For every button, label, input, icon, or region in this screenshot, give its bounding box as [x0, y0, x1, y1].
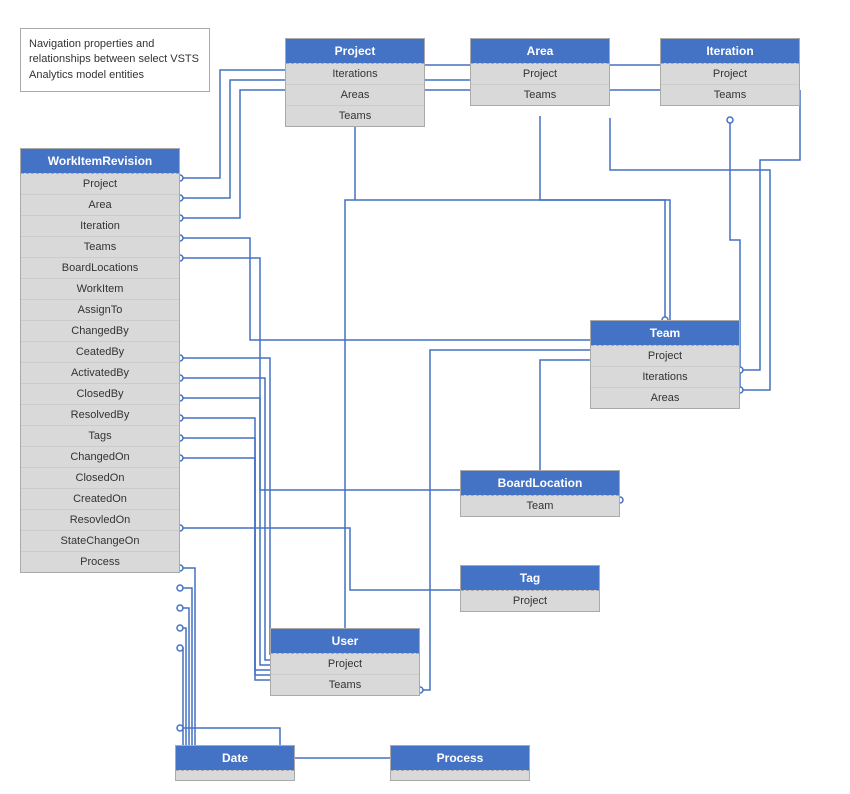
project-header: Project [286, 39, 424, 63]
user-field-project: Project [271, 654, 419, 675]
field-project: Project [21, 174, 179, 195]
iteration-entity: Iteration Project Teams [660, 38, 800, 106]
date-entity: Date [175, 745, 295, 781]
area-field-teams: Teams [471, 85, 609, 105]
field-assignto: AssignTo [21, 300, 179, 321]
iteration-field-project: Project [661, 64, 799, 85]
team-field-areas: Areas [591, 388, 739, 408]
date-body [176, 770, 294, 780]
user-body: Project Teams [271, 653, 419, 695]
team-body: Project Iterations Areas [591, 345, 739, 408]
field-tags: Tags [21, 426, 179, 447]
team-header: Team [591, 321, 739, 345]
team-field-project: Project [591, 346, 739, 367]
field-changedby: ChangedBy [21, 321, 179, 342]
field-resolvedby: ResolvedBy [21, 405, 179, 426]
field-boardlocations: BoardLocations [21, 258, 179, 279]
tag-body: Project [461, 590, 599, 611]
process-entity: Process [390, 745, 530, 781]
info-box: Navigation properties and relationships … [20, 28, 210, 92]
field-activatedby: ActivatedBy [21, 363, 179, 384]
workitem-revision-entity: WorkItemRevision Project Area Iteration … [20, 148, 180, 573]
iteration-body: Project Teams [661, 63, 799, 105]
field-ceatedby: CeatedBy [21, 342, 179, 363]
field-area: Area [21, 195, 179, 216]
field-createdon: CreatedOn [21, 489, 179, 510]
project-entity: Project Iterations Areas Teams [285, 38, 425, 127]
field-statechangeon: StateChangeOn [21, 531, 179, 552]
diagram-container: Navigation properties and relationships … [0, 0, 850, 794]
project-body: Iterations Areas Teams [286, 63, 424, 126]
team-entity: Team Project Iterations Areas [590, 320, 740, 409]
field-closedon: ClosedOn [21, 468, 179, 489]
tag-header: Tag [461, 566, 599, 590]
area-field-project: Project [471, 64, 609, 85]
project-field-areas: Areas [286, 85, 424, 106]
project-field-iterations: Iterations [286, 64, 424, 85]
process-header: Process [391, 746, 529, 770]
workitem-revision-body: Project Area Iteration Teams BoardLocati… [21, 173, 179, 572]
user-field-teams: Teams [271, 675, 419, 695]
field-process: Process [21, 552, 179, 572]
tag-entity: Tag Project [460, 565, 600, 612]
team-field-iterations: Iterations [591, 367, 739, 388]
user-entity: User Project Teams [270, 628, 420, 696]
project-field-teams: Teams [286, 106, 424, 126]
area-body: Project Teams [471, 63, 609, 105]
boardlocation-field-team: Team [461, 496, 619, 516]
iteration-header: Iteration [661, 39, 799, 63]
user-header: User [271, 629, 419, 653]
field-changedon: ChangedOn [21, 447, 179, 468]
field-resovledon: ResovledOn [21, 510, 179, 531]
info-box-text: Navigation properties and relationships … [29, 38, 199, 81]
boardlocation-body: Team [461, 495, 619, 516]
tag-field-project: Project [461, 591, 599, 611]
area-header: Area [471, 39, 609, 63]
iteration-field-teams: Teams [661, 85, 799, 105]
boardlocation-header: BoardLocation [461, 471, 619, 495]
process-body [391, 770, 529, 780]
field-teams: Teams [21, 237, 179, 258]
area-entity: Area Project Teams [470, 38, 610, 106]
field-iteration: Iteration [21, 216, 179, 237]
field-closedby: ClosedBy [21, 384, 179, 405]
boardlocation-entity: BoardLocation Team [460, 470, 620, 517]
date-header: Date [176, 746, 294, 770]
field-workitem: WorkItem [21, 279, 179, 300]
workitem-revision-header: WorkItemRevision [21, 149, 179, 173]
